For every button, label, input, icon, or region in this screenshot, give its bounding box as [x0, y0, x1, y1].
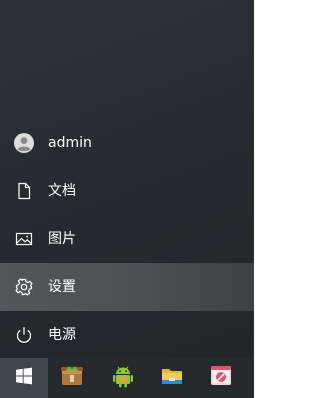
taskbar-app-image-viewer[interactable]	[205, 362, 237, 394]
taskbar	[0, 358, 254, 398]
menu-item-account[interactable]: admin	[0, 119, 254, 167]
screen: admin 文档 图片 设置 电源	[0, 0, 254, 398]
gear-icon	[13, 276, 35, 298]
package-app-icon	[59, 363, 85, 393]
menu-item-power[interactable]: 电源	[0, 311, 254, 359]
taskbar-app-file-explorer[interactable]	[156, 362, 188, 394]
document-icon	[13, 180, 35, 202]
menu-item-label: 设置	[48, 279, 76, 295]
power-icon	[13, 324, 35, 346]
windows-logo-icon	[15, 367, 33, 389]
menu-item-label: 电源	[48, 327, 76, 343]
menu-item-label: 文档	[48, 183, 76, 199]
menu-item-label: admin	[48, 135, 92, 151]
taskbar-app-package[interactable]	[56, 362, 88, 394]
start-button[interactable]	[0, 358, 48, 398]
user-avatar-icon	[13, 132, 35, 154]
file-explorer-icon	[159, 363, 185, 393]
image-app-icon	[208, 363, 234, 393]
android-app-icon	[110, 363, 136, 393]
menu-item-label: 图片	[48, 231, 76, 247]
menu-item-pictures[interactable]: 图片	[0, 215, 254, 263]
taskbar-app-android[interactable]	[107, 362, 139, 394]
menu-item-settings[interactable]: 设置	[0, 263, 254, 311]
menu-item-documents[interactable]: 文档	[0, 167, 254, 215]
start-menu: admin 文档 图片 设置 电源	[0, 0, 254, 358]
picture-icon	[13, 228, 35, 250]
